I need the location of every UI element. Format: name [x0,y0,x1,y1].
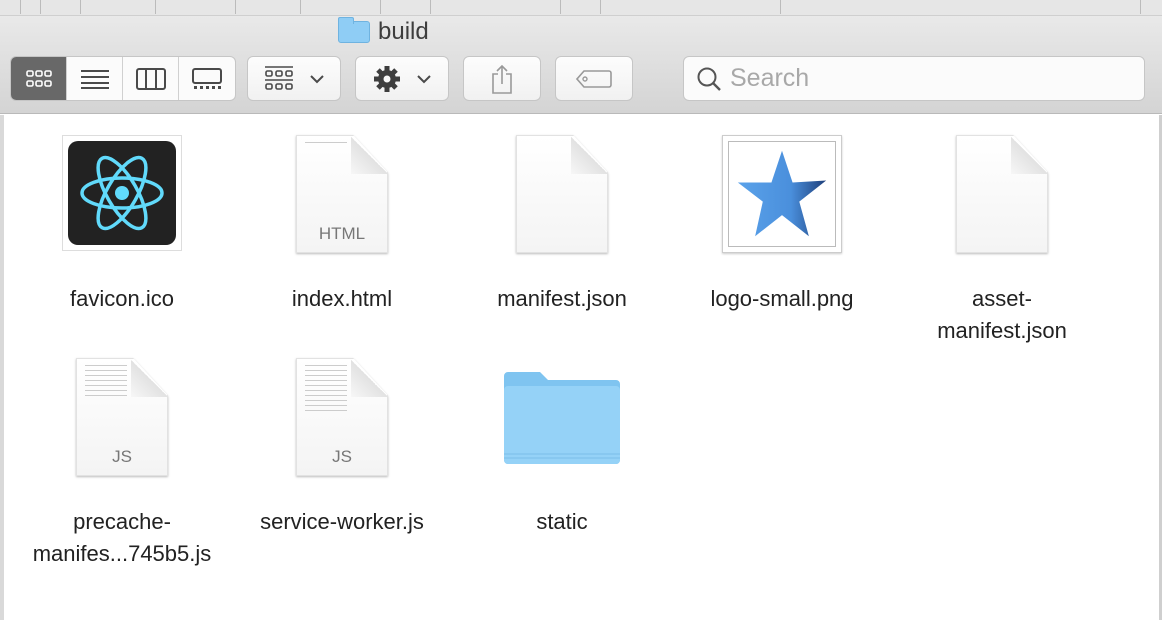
file-item-service-worker-js[interactable]: JS service-worker.js [232,358,452,538]
tags-button[interactable] [555,56,633,101]
folder-item-static[interactable]: static [452,358,672,538]
file-icon-grid: favicon.ico HTML index.html manifest.jso… [0,115,1162,620]
html-document-icon: HTML [296,135,388,253]
file-name-line: precache- [73,509,171,534]
gallery-icon [192,68,222,90]
file-item-asset-manifest-json[interactable]: asset-manifest.json [892,135,1112,347]
file-name: favicon.ico [12,283,232,315]
share-icon [490,64,514,94]
file-item-favicon[interactable]: favicon.ico [12,135,232,315]
action-menu-button[interactable] [355,56,449,101]
gear-icon [373,65,401,93]
gallery-view-button[interactable] [179,57,235,100]
window-title-text: build [378,18,429,46]
file-name: asset-manifest.json [892,283,1112,347]
icon-view-button[interactable] [11,57,67,100]
column-view-button[interactable] [123,57,179,100]
chevron-down-icon [417,74,431,84]
js-document-icon: JS [296,358,388,476]
file-name: logo-small.png [672,283,892,315]
file-item-precache-manifest-js[interactable]: JS precache-manifes...745b5.js [12,358,232,570]
background-window-toolbar [0,0,1162,16]
list-icon [81,69,109,89]
arrange-button[interactable] [247,56,341,101]
file-type-label: HTML [297,224,387,244]
search-icon [696,66,722,92]
share-button[interactable] [463,56,541,101]
file-name: index.html [232,283,452,315]
document-icon [516,135,608,253]
icon-grid-icon [25,69,53,89]
file-name-line: asset- [972,286,1032,311]
file-item-logo-small-png[interactable]: logo-small.png [672,135,892,315]
arrange-grid-icon [264,66,294,92]
file-item-manifest-json[interactable]: manifest.json [452,135,672,315]
list-view-button[interactable] [67,57,123,100]
search-placeholder: Search [730,64,809,93]
columns-icon [136,68,166,90]
view-mode-segmented-control [10,56,236,101]
search-field[interactable]: Search [683,56,1145,101]
file-name: manifest.json [452,283,672,315]
file-name: precache-manifes...745b5.js [12,506,232,570]
js-document-icon: JS [76,358,168,476]
file-name-line: manifest.json [937,318,1067,343]
finder-toolbar: build Search [0,16,1162,114]
tag-icon [576,69,612,89]
file-name: service-worker.js [232,506,452,538]
window-title: build [338,18,429,46]
file-type-label: JS [297,447,387,467]
chevron-down-icon [310,74,324,84]
file-name: static [452,506,672,538]
react-logo-icon [62,135,182,251]
star-image-icon [722,135,842,253]
folder-icon [338,21,370,43]
document-icon [956,135,1048,253]
folder-icon [502,370,622,464]
file-name-line: manifes...745b5.js [33,541,212,566]
file-item-index-html[interactable]: HTML index.html [232,135,452,315]
file-type-label: JS [77,447,167,467]
